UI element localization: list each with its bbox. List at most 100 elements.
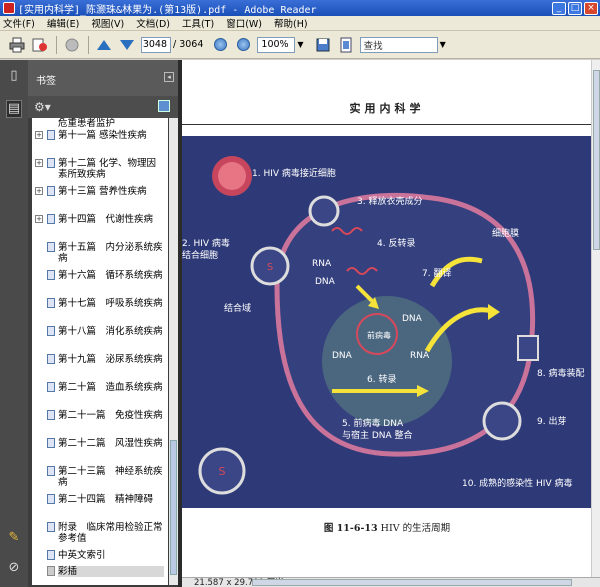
minimize-button[interactable]: _ xyxy=(552,1,566,15)
figure-number: 图 11-6-13 xyxy=(323,523,378,534)
document-view[interactable]: 实用内科学 S S 1. HIV 病毒接近细胞 2. HIV 病毒 结合细胞 3… xyxy=(182,60,600,587)
panel-title: 书签 xyxy=(36,76,56,87)
expand-icon[interactable]: + xyxy=(35,215,43,223)
running-head: 实用内科学 xyxy=(349,102,425,115)
label-membrane: 细胞膜 xyxy=(492,227,519,239)
panel-toolbar: ⚙▾ xyxy=(28,96,178,118)
fit-page-icon[interactable] xyxy=(337,36,355,54)
bookmark-page-icon xyxy=(47,494,55,504)
document-scrollbar[interactable] xyxy=(591,60,600,577)
bookmark-page-icon xyxy=(47,270,55,280)
hiv-lifecycle-figure: S S 1. HIV 病毒接近细胞 2. HIV 病毒 结合细胞 3. 释放衣壳… xyxy=(182,136,592,508)
menu-window[interactable]: 窗口(W) xyxy=(226,16,262,30)
bookmark-label: 危重患者监护 xyxy=(58,118,116,129)
menu-file[interactable]: 文件(F) xyxy=(3,16,35,30)
menu-edit[interactable]: 编辑(E) xyxy=(47,16,79,30)
bookmark-label: 第十九篇 泌尿系统疾病 xyxy=(58,354,163,365)
bookmark-label: 第二十二篇 风湿性疾病 xyxy=(58,438,163,449)
close-button[interactable]: × xyxy=(584,1,598,15)
label-step9: 9. 出芽 xyxy=(537,415,566,427)
expand-icon[interactable]: + xyxy=(35,187,43,195)
bookmark-options-icon[interactable] xyxy=(158,100,170,112)
label-binding: 结合域 xyxy=(224,302,251,314)
document-scrollbar-thumb[interactable] xyxy=(593,70,600,250)
menu-document[interactable]: 文档(D) xyxy=(136,16,170,30)
comments-icon[interactable]: ✎ xyxy=(6,530,22,548)
gear-icon[interactable]: ⚙▾ xyxy=(34,100,51,114)
label-dna3: DNA xyxy=(332,351,353,361)
bookmark-label: 第十五篇 内分泌系统疾病 xyxy=(58,242,163,264)
panel-collapse-icon[interactable]: ◂ xyxy=(164,72,174,82)
bookmark-label: 彩插 xyxy=(58,566,164,577)
title-bar: [实用内科学]_陈灏珠&林果为.(第13版).pdf - Adobe Reade… xyxy=(0,0,600,16)
window-title: [实用内科学]_陈灏珠&林果为.(第13版).pdf - Adobe Reade… xyxy=(18,4,317,16)
label-dna1: DNA xyxy=(315,277,336,287)
zoom-dropdown-icon[interactable]: ▼ xyxy=(297,40,303,49)
search-input[interactable]: 查找 xyxy=(359,36,438,53)
label-step3: 3. 释放衣壳成分 xyxy=(357,195,422,207)
label-step8: 8. 病毒装配 xyxy=(537,367,584,379)
status-bar: 21.587 x 29.700 厘米 xyxy=(182,577,600,587)
bookmark-page-icon xyxy=(47,466,55,476)
save-icon[interactable] xyxy=(314,36,332,54)
zoom-out-icon[interactable] xyxy=(211,36,229,54)
previous-page-icon[interactable] xyxy=(95,36,113,54)
bookmark-scrollbar[interactable] xyxy=(169,118,178,585)
label-step10: 10. 成熟的感染性 HIV 病毒 xyxy=(462,477,572,489)
share-icon[interactable] xyxy=(31,36,49,54)
bookmark-label: 第十一篇 感染性疾病 xyxy=(58,130,147,141)
scrollbar-thumb[interactable] xyxy=(170,440,177,575)
bookmark-page-icon xyxy=(47,298,55,308)
label-step6: 6. 转录 xyxy=(367,373,396,385)
print-icon[interactable] xyxy=(8,36,26,54)
expand-icon[interactable]: + xyxy=(35,159,43,167)
label-step7: 7. 翻译 xyxy=(422,268,451,279)
bookmark-page-icon xyxy=(47,550,55,560)
menu-help[interactable]: 帮助(H) xyxy=(274,16,308,30)
expand-icon[interactable]: + xyxy=(35,131,43,139)
toolbar-separator xyxy=(56,35,57,54)
bookmark-page-icon xyxy=(47,242,55,252)
bookmark-label: 第二十三篇 神经系统疾病 xyxy=(58,466,163,488)
virus-particle-3 xyxy=(308,195,340,227)
menu-view[interactable]: 视图(V) xyxy=(91,16,124,30)
bookmark-page-icon xyxy=(47,186,55,196)
bookmark-label: 第十四篇 代谢性疾病 xyxy=(58,214,154,225)
horizontal-scrollbar-thumb[interactable] xyxy=(252,579,572,586)
bookmark-page-icon xyxy=(47,566,55,576)
zoom-input[interactable]: 100% xyxy=(257,36,296,53)
bookmark-page-icon xyxy=(47,438,55,448)
label-provirus: 前病毒 xyxy=(367,330,391,340)
bookmark-page-icon xyxy=(47,158,55,168)
menu-bar: 文件(F) 编辑(E) 视图(V) 文档(D) 工具(T) 窗口(W) 帮助(H… xyxy=(0,16,600,31)
zoom-in-icon[interactable] xyxy=(234,36,252,54)
toolbar: 3048 / 3064 100% ▼ 查找 ▼ xyxy=(0,31,600,59)
bookmark-label: 第二十一篇 免疫性疾病 xyxy=(58,410,163,421)
label-step4: 4. 反转录 xyxy=(377,237,415,249)
bookmarks-icon[interactable]: ▤ xyxy=(6,100,22,118)
bookmark-page-icon xyxy=(47,354,55,364)
bookmark-label: 中英文索引 xyxy=(58,550,106,561)
pages-icon[interactable]: ▯ xyxy=(6,68,22,86)
hand-tool-icon[interactable] xyxy=(63,36,81,54)
svg-text:S: S xyxy=(267,262,273,273)
bookmark-label: 第十七篇 呼吸系统疾病 xyxy=(58,298,163,309)
maximize-button[interactable]: □ xyxy=(568,1,582,15)
bookmark-label: 第十六篇 循环系统疾病 xyxy=(58,270,163,281)
label-rna2: RNA xyxy=(410,351,430,361)
navigation-strip: ▯ ▤ ✎ ⊘ xyxy=(0,60,28,587)
bookmark-page-icon xyxy=(47,130,55,140)
search-dropdown-icon[interactable]: ▼ xyxy=(440,40,446,49)
label-rna1: RNA xyxy=(312,259,332,269)
page-number-input[interactable]: 3048 xyxy=(141,36,171,53)
attachments-icon[interactable]: ⊘ xyxy=(6,560,22,578)
page-total: / 3064 xyxy=(173,39,204,50)
label-step1: 1. HIV 病毒接近细胞 xyxy=(252,167,336,179)
next-page-icon[interactable] xyxy=(118,36,136,54)
bookmark-label: 附录 临床常用检验正常参考值 xyxy=(58,522,163,544)
label-step5a: 5. 前病毒 DNA xyxy=(342,417,404,429)
menu-tools[interactable]: 工具(T) xyxy=(182,16,214,30)
bookmark-label: 第十三篇 营养性疾病 xyxy=(58,186,147,197)
svg-text:S: S xyxy=(219,465,226,478)
bookmark-label: 第二十四篇 精神障碍 xyxy=(58,494,154,505)
